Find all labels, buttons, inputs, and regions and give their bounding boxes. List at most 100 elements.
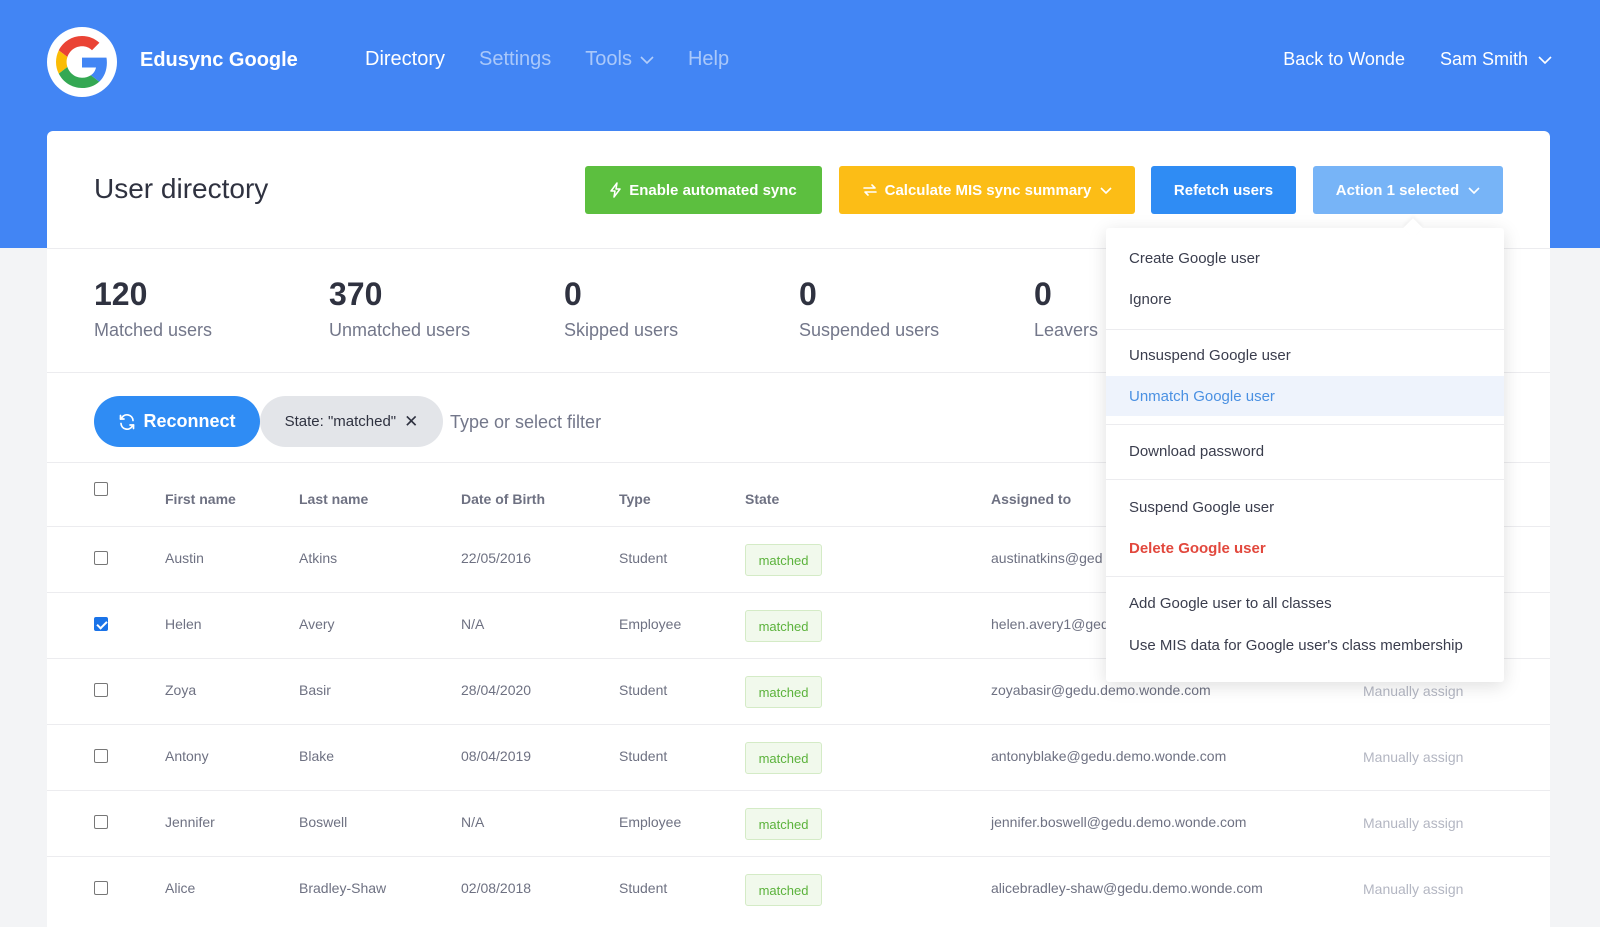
nav-tools[interactable]: Tools: [585, 48, 654, 71]
status-badge: matched: [745, 676, 822, 708]
row-checkbox[interactable]: [94, 881, 108, 895]
column-header-first-name[interactable]: First name: [165, 491, 236, 507]
user-menu[interactable]: Sam Smith: [1440, 49, 1552, 70]
cell-dob: N/A: [461, 814, 485, 830]
cell-first-name: Austin: [165, 550, 204, 566]
cell-first-name: Jennifer: [165, 814, 215, 830]
manually-assign-link[interactable]: Manually assign: [1363, 749, 1463, 765]
cell-type: Employee: [619, 616, 682, 632]
select-all-checkbox[interactable]: [94, 482, 108, 496]
nav-help[interactable]: Help: [688, 48, 729, 71]
cell-type: Student: [619, 880, 668, 896]
cell-last-name: Boswell: [299, 814, 348, 830]
cell-last-name: Avery: [299, 616, 335, 632]
row-checkbox[interactable]: [94, 551, 108, 565]
sync-arrows-icon: [862, 184, 877, 196]
cell-dob: 02/08/2018: [461, 880, 532, 896]
cell-first-name: Zoya: [165, 682, 197, 698]
cell-first-name: Alice: [165, 880, 196, 896]
stat-suspended: 0 Suspended users: [799, 276, 940, 340]
lightning-icon: [610, 182, 621, 198]
menu-item-unsuspend-google-user[interactable]: Unsuspend Google user: [1106, 335, 1504, 375]
cell-type: Student: [619, 748, 668, 764]
manually-assign-link[interactable]: Manually assign: [1363, 815, 1463, 831]
cell-dob: 08/04/2019: [461, 748, 532, 764]
column-header-assigned-to[interactable]: Assigned to: [991, 491, 1071, 507]
action-selected-button[interactable]: Action 1 selected: [1313, 166, 1503, 214]
menu-item-ignore[interactable]: Ignore: [1106, 279, 1504, 319]
table-row[interactable]: Alice Bradley-Shaw 02/08/2018 Student ma…: [47, 856, 1550, 922]
nav-directory[interactable]: Directory: [365, 48, 445, 71]
column-header-dob[interactable]: Date of Birth: [461, 491, 545, 507]
filter-input[interactable]: [450, 405, 850, 439]
google-g-icon: [56, 36, 107, 88]
row-checkbox[interactable]: [94, 617, 108, 631]
cell-email: alicebradley-shaw@gedu.demo.wonde.com: [991, 880, 1263, 896]
menu-item-delete-google-user[interactable]: Delete Google user: [1106, 528, 1504, 568]
cell-dob: 28/04/2020: [461, 682, 532, 698]
cell-email: austinatkins@ged: [991, 550, 1103, 566]
chevron-down-icon: [640, 55, 654, 64]
cell-first-name: Antony: [165, 748, 209, 764]
table-row[interactable]: Antony Blake 08/04/2019 Student matched …: [47, 724, 1550, 790]
cell-email: jennifer.boswell@gedu.demo.wonde.com: [991, 814, 1247, 830]
stat-matched: 120 Matched users: [94, 276, 213, 340]
column-header-type[interactable]: Type: [619, 491, 651, 507]
menu-item-create-google-user[interactable]: Create Google user: [1106, 238, 1504, 278]
user-name: Sam Smith: [1439, 49, 1528, 69]
cell-email: helen.avery1@ged: [991, 616, 1109, 632]
top-header: Edusync Google Directory Settings Tools …: [0, 0, 1600, 124]
chevron-down-icon: [1538, 55, 1552, 64]
refetch-users-button[interactable]: Refetch users: [1151, 166, 1296, 214]
menu-divider: [1106, 479, 1504, 480]
column-header-state[interactable]: State: [745, 491, 779, 507]
back-to-wonde-link[interactable]: Back to Wonde: [1283, 49, 1405, 70]
status-badge: matched: [745, 874, 822, 906]
cell-email: antonyblake@gedu.demo.wonde.com: [991, 748, 1227, 764]
cell-last-name: Blake: [299, 748, 335, 764]
main-nav: Directory Settings Tools Help: [365, 48, 763, 71]
cell-type: Student: [619, 550, 668, 566]
close-icon[interactable]: ✕: [404, 412, 418, 432]
table-row[interactable]: Jennifer Boswell N/A Employee matched je…: [47, 790, 1550, 856]
nav-settings[interactable]: Settings: [479, 48, 551, 71]
menu-item-suspend-google-user[interactable]: Suspend Google user: [1106, 487, 1504, 527]
calculate-mis-sync-summary-button[interactable]: Calculate MIS sync summary: [839, 166, 1135, 214]
action-dropdown-menu: Create Google user Ignore Unsuspend Goog…: [1106, 218, 1504, 682]
menu-divider: [1106, 576, 1504, 577]
right-nav: Back to Wonde Sam Smith: [1248, 49, 1552, 70]
cell-type: Employee: [619, 814, 682, 830]
stat-leavers: 0 Leavers: [1034, 276, 1099, 340]
cell-type: Student: [619, 682, 668, 698]
row-checkbox[interactable]: [94, 749, 108, 763]
page-title: User directory: [94, 173, 269, 204]
stat-skipped: 0 Skipped users: [564, 276, 679, 340]
reconnect-button[interactable]: Reconnect: [94, 396, 260, 447]
row-checkbox[interactable]: [94, 815, 108, 829]
cell-last-name: Atkins: [299, 550, 338, 566]
column-header-last-name[interactable]: Last name: [299, 491, 368, 507]
brand-name: Edusync Google: [140, 49, 298, 71]
status-badge: matched: [745, 544, 822, 576]
cell-dob: 22/05/2016: [461, 550, 532, 566]
cell-email: zoyabasir@gedu.demo.wonde.com: [991, 682, 1211, 698]
manually-assign-link[interactable]: Manually assign: [1363, 881, 1463, 897]
status-badge: matched: [745, 610, 822, 642]
chevron-down-icon: [1100, 186, 1112, 194]
status-badge: matched: [745, 742, 822, 774]
cell-last-name: Basir: [299, 682, 331, 698]
cell-dob: N/A: [461, 616, 485, 632]
cell-last-name: Bradley-Shaw: [299, 880, 387, 896]
enable-automated-sync-button[interactable]: Enable automated sync: [585, 166, 822, 214]
manually-assign-link[interactable]: Manually assign: [1363, 683, 1463, 699]
menu-item-add-to-all-classes[interactable]: Add Google user to all classes: [1106, 583, 1504, 623]
filter-chip-state: State: "matched" ✕: [260, 396, 443, 447]
menu-item-use-mis-data[interactable]: Use MIS data for Google user's class mem…: [1106, 625, 1504, 665]
row-checkbox[interactable]: [94, 683, 108, 697]
stat-unmatched: 370 Unmatched users: [329, 276, 471, 340]
menu-item-unmatch-google-user[interactable]: Unmatch Google user: [1106, 376, 1504, 416]
menu-item-download-password[interactable]: Download password: [1106, 431, 1504, 471]
cell-first-name: Helen: [165, 616, 202, 632]
google-logo[interactable]: [47, 27, 117, 97]
menu-divider: [1106, 424, 1504, 425]
